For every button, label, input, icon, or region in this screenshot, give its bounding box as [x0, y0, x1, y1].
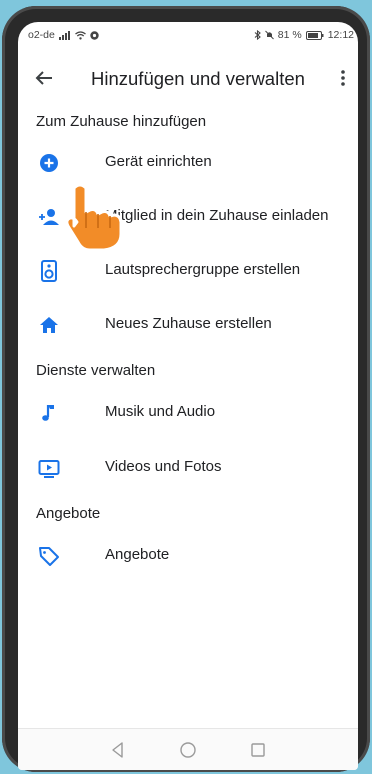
- phone-frame: o2-de 81 % 12:12 Hinzufügen und verwalte…: [2, 6, 370, 772]
- app-bar: Hinzufügen und verwalten: [18, 52, 358, 102]
- more-options-button[interactable]: [336, 67, 350, 89]
- list-item-setup-device[interactable]: Gerät einrichten: [18, 140, 358, 186]
- home-icon: [40, 317, 58, 333]
- signal-icon: [58, 30, 70, 40]
- list-item-label: Musik und Audio: [105, 403, 216, 420]
- list-item-label: Videos und Fotos: [105, 458, 222, 475]
- wifi-icon: [74, 30, 86, 40]
- nav-recents-icon[interactable]: [248, 740, 268, 760]
- more-vert-icon: [341, 70, 345, 86]
- notification-icon: [90, 30, 99, 40]
- music-note-icon: [42, 405, 54, 421]
- person-add-icon: [39, 209, 59, 225]
- section-title-add-to-home: Zum Zuhause hinzufügen: [36, 113, 207, 130]
- clock: 12:12: [327, 29, 354, 41]
- section-title-offers: Angebote: [36, 505, 101, 522]
- list-item-offers[interactable]: Angebote: [18, 533, 358, 579]
- tag-icon: [39, 547, 59, 566]
- list-item-create-new-home[interactable]: Neues Zuhause erstellen: [18, 302, 358, 348]
- battery-percent: 81 %: [277, 29, 302, 41]
- status-bar: o2-de 81 % 12:12: [18, 22, 358, 48]
- navigation-bar: [18, 728, 358, 770]
- arrow-back-icon: [35, 71, 52, 85]
- list-item-label: Lautsprechergruppe erstellen: [105, 261, 301, 278]
- back-button[interactable]: [32, 66, 60, 90]
- battery-icon: [305, 30, 324, 40]
- list-item-videos-photos[interactable]: Videos und Fotos: [18, 445, 358, 491]
- list-item-label: Mitglied in dein Zuhause einladen: [105, 207, 329, 224]
- video-icon: [38, 460, 60, 478]
- nav-back-icon[interactable]: [108, 740, 128, 760]
- list-item-create-speaker-group[interactable]: Lautsprechergruppe erstellen: [18, 248, 358, 294]
- list-item-label: Gerät einrichten: [105, 153, 212, 170]
- screen: o2-de 81 % 12:12 Hinzufügen und verwalte…: [18, 22, 358, 770]
- tap-pointer-hand-icon: [65, 183, 123, 252]
- speaker-icon: [41, 260, 57, 282]
- page-title: Hinzufügen und verwalten: [91, 68, 305, 89]
- add-circle-icon: [40, 154, 58, 172]
- bluetooth-icon: [254, 30, 261, 40]
- nav-home-icon[interactable]: [178, 740, 198, 760]
- carrier-text: o2-de: [28, 29, 55, 41]
- list-item-music-audio[interactable]: Musik und Audio: [18, 390, 358, 436]
- mute-icon: [264, 30, 274, 40]
- section-title-manage-services: Dienste verwalten: [36, 362, 156, 379]
- list-item-label: Neues Zuhause erstellen: [105, 315, 272, 332]
- list-item-label: Angebote: [105, 546, 170, 563]
